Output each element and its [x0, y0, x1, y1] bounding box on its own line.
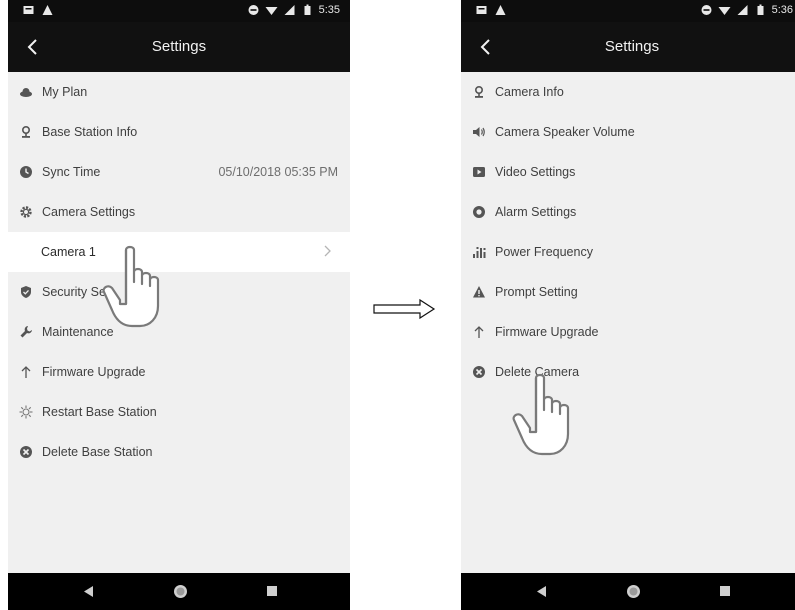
menu-item-label: Base Station Info [42, 125, 138, 139]
navigation-bar [8, 573, 350, 610]
do-not-disturb-icon [701, 5, 712, 15]
notification-icon [476, 6, 487, 14]
arrow-up-icon [474, 326, 484, 338]
prompt-icon [473, 286, 485, 298]
camera-settings-list: Camera Info Camera Speaker Volume Video … [461, 72, 795, 392]
menu-item-prompt-setting[interactable]: Prompt Setting [461, 272, 795, 312]
battery-icon [304, 4, 311, 15]
menu-item-label: Alarm Settings [495, 205, 577, 219]
navigation-bar [461, 573, 795, 610]
nav-back-icon[interactable] [84, 586, 94, 597]
pointing-hand-icon [512, 373, 570, 456]
settings-screen-right: 5:36 Settings Camera Info Camera Speaker… [461, 0, 795, 610]
nav-home-icon[interactable] [173, 584, 188, 599]
camera-info-icon [474, 85, 484, 98]
nav-recent-apps-icon[interactable] [267, 586, 277, 596]
sync-time-value: 05/10/2018 05:35 PM [218, 165, 338, 179]
menu-item-sync-time[interactable]: Sync Time 05/10/2018 05:35 PM [8, 152, 350, 192]
status-time: 5:35 [318, 4, 340, 16]
menu-item-label: Security Se [42, 285, 106, 299]
chevron-right-icon [324, 245, 331, 257]
warning-icon [495, 5, 506, 15]
menu-item-label: Sync Time [42, 165, 101, 179]
status-time: 5:36 [771, 4, 793, 16]
page-title: Settings [604, 38, 660, 55]
menu-item-camera-settings[interactable]: Camera Settings [8, 192, 350, 232]
menu-item-my-plan[interactable]: My Plan [8, 72, 350, 112]
title-bar: Settings [461, 22, 795, 72]
power-frequency-icon [473, 247, 486, 258]
menu-item-label: Power Frequency [495, 245, 593, 259]
menu-item-label: Camera 1 [41, 245, 96, 259]
video-icon [473, 167, 485, 177]
menu-item-base-station-info[interactable]: Base Station Info [8, 112, 350, 152]
menu-item-label: Prompt Setting [495, 285, 578, 299]
wrench-icon [20, 326, 32, 338]
menu-item-power-frequency[interactable]: Power Frequency [461, 232, 795, 272]
menu-item-camera-info[interactable]: Camera Info [461, 72, 795, 112]
nav-recent-apps-icon[interactable] [720, 586, 730, 596]
alarm-icon [473, 206, 485, 218]
menu-item-label: Video Settings [495, 165, 576, 179]
delete-icon [20, 446, 32, 458]
nav-home-icon[interactable] [626, 584, 641, 599]
menu-item-firmware-upgrade[interactable]: Firmware Upgrade [8, 352, 350, 392]
menu-item-label: My Plan [42, 85, 88, 99]
menu-item-label: Camera Speaker Volume [495, 125, 635, 139]
menu-item-alarm-settings[interactable]: Alarm Settings [461, 192, 795, 232]
status-bar: 5:35 [8, 0, 350, 22]
warning-icon [42, 5, 53, 15]
delete-icon [473, 366, 485, 378]
notification-icon [23, 6, 34, 14]
title-bar: Settings [8, 22, 350, 72]
menu-item-firmware-upgrade[interactable]: Firmware Upgrade [461, 312, 795, 352]
menu-item-label: Camera Info [495, 85, 564, 99]
shield-icon [21, 286, 31, 298]
arrow-up-icon [21, 366, 31, 378]
speaker-icon [473, 127, 485, 137]
cloud-icon [20, 88, 32, 97]
menu-item-delete-base-station[interactable]: Delete Base Station [8, 432, 350, 472]
menu-item-label: Firmware Upgrade [42, 365, 146, 379]
pointing-hand-icon [102, 245, 160, 328]
menu-item-camera-speaker-volume[interactable]: Camera Speaker Volume [461, 112, 795, 152]
do-not-disturb-icon [248, 5, 259, 15]
status-bar: 5:36 [461, 0, 795, 22]
menu-item-label: Restart Base Station [42, 405, 157, 419]
signal-icon [284, 5, 295, 15]
base-station-icon [21, 125, 31, 138]
menu-item-label: Delete Base Station [42, 445, 153, 459]
gear-icon [20, 206, 32, 218]
menu-item-label: Firmware Upgrade [495, 325, 599, 339]
nav-back-icon[interactable] [537, 586, 547, 597]
menu-item-restart-base-station[interactable]: Restart Base Station [8, 392, 350, 432]
menu-item-label: Camera Settings [42, 205, 136, 219]
battery-icon [757, 4, 764, 15]
wifi-icon [265, 7, 278, 15]
signal-icon [737, 5, 748, 15]
clock-icon [20, 166, 32, 178]
restart-icon [19, 405, 33, 419]
flow-arrow-icon [373, 298, 436, 320]
wifi-icon [718, 7, 731, 15]
menu-item-video-settings[interactable]: Video Settings [461, 152, 795, 192]
page-title: Settings [151, 38, 207, 55]
